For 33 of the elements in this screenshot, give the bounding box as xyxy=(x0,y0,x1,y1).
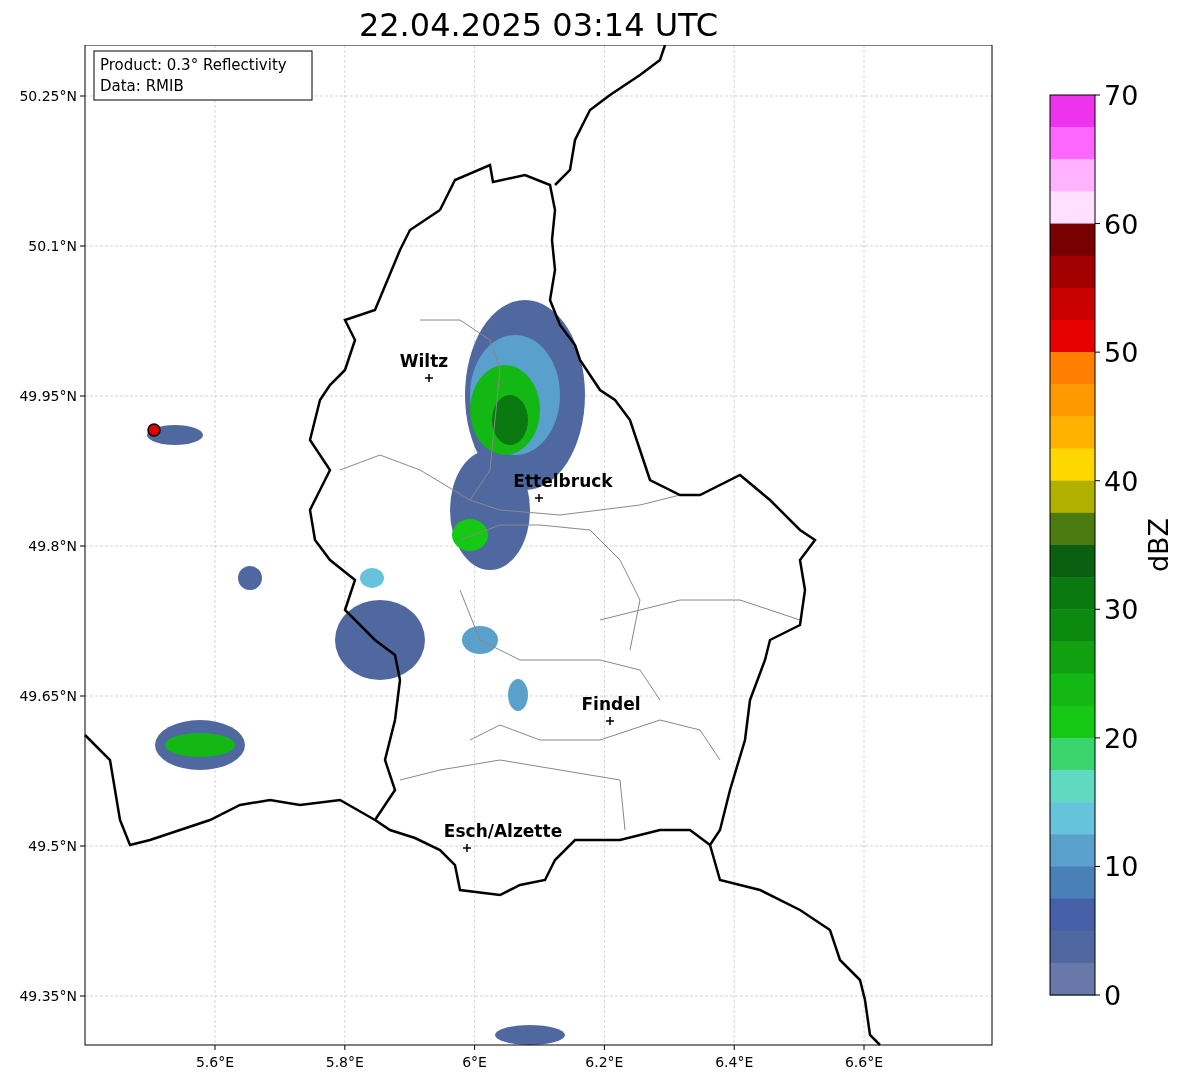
colorbar-label: dBZ xyxy=(1143,517,1174,573)
map-title: 22.04.2025 03:14 UTC xyxy=(357,5,720,45)
city-label: Findel xyxy=(581,694,641,714)
colorbar-tick-label: 70 xyxy=(1104,80,1139,111)
colorbar-tick-label: 0 xyxy=(1104,980,1122,1011)
longitude-label: 6°E xyxy=(462,1054,487,1070)
latitude-label: 50.1°N xyxy=(28,238,77,254)
longitude-label: 5.6°E xyxy=(195,1054,235,1070)
colorbar-tick-label: 40 xyxy=(1104,465,1139,497)
colorbar-tick-label: 50 xyxy=(1104,337,1139,369)
info-text: Product: 0.3° Reflectivity xyxy=(100,56,287,74)
colorbar-tick-label: 60 xyxy=(1104,208,1139,240)
latitude-label: 49.5°N xyxy=(28,838,77,854)
radar-site-marker xyxy=(147,423,161,437)
city-marker xyxy=(424,373,434,383)
city-marker xyxy=(605,716,615,726)
latitude-label: 49.95°N xyxy=(19,388,77,404)
longitude-label: 6.4°E xyxy=(715,1054,754,1070)
longitude-label: 5.8°E xyxy=(325,1054,364,1070)
longitude-label: 6.2°E xyxy=(585,1054,624,1070)
latitude-label: 50.25°N xyxy=(19,88,77,104)
city-label: Esch/Alzette xyxy=(443,821,563,841)
longitude-label: 6.6°E xyxy=(844,1054,884,1070)
colorbar-tick-label: 20 xyxy=(1104,722,1139,754)
latitude-label: 49.35°N xyxy=(19,988,77,1004)
colorbar-tick-label: 30 xyxy=(1104,594,1139,626)
latitude-label: 49.65°N xyxy=(19,688,77,704)
city-marker xyxy=(462,843,472,853)
info-text: Data: RMIB xyxy=(100,77,184,95)
city-marker xyxy=(534,493,544,503)
colorbar-tick-label: 10 xyxy=(1104,851,1139,883)
city-label: Wiltz xyxy=(399,351,449,371)
latitude-label: 49.8°N xyxy=(28,538,77,554)
